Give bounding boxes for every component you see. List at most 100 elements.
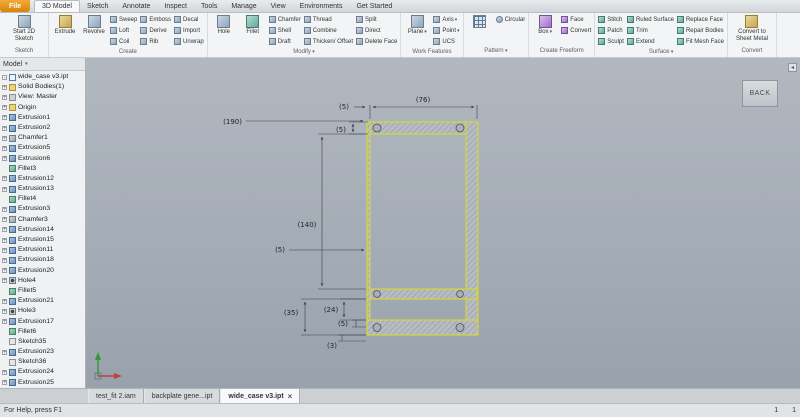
combine-button[interactable]: Combine [304, 25, 353, 36]
expander-icon[interactable]: + [2, 217, 7, 222]
rib-button[interactable]: Rib [140, 36, 171, 47]
dimension-5-wall[interactable]: (5) [336, 126, 346, 134]
expander-icon[interactable]: + [2, 227, 7, 232]
unwrap-button[interactable]: Unwrap [174, 36, 204, 47]
tree-item[interactable]: + Extrusion20 [0, 266, 85, 276]
doc-tab-wide-case[interactable]: wide_case v3.ipt [220, 389, 300, 403]
import-button[interactable]: Import [174, 25, 204, 36]
rectangular-pattern-button[interactable] [467, 14, 493, 30]
tree-item[interactable]: + Extrusion5 [0, 143, 85, 153]
expander-icon[interactable]: + [2, 126, 7, 131]
emboss-button[interactable]: Emboss [140, 14, 171, 25]
menu-tab[interactable]: View [264, 0, 293, 12]
close-tab-icon[interactable] [288, 392, 293, 401]
delete-face-button[interactable]: Delete Face [356, 36, 397, 47]
freeform-box-button[interactable]: Box▾ [532, 14, 558, 37]
decal-button[interactable]: Decal [174, 14, 204, 25]
expander-icon[interactable] [2, 289, 7, 294]
sweep-button[interactable]: Sweep [110, 14, 137, 25]
expander-icon[interactable]: + [2, 176, 7, 181]
panel-toggle-icon[interactable]: ◂ [788, 63, 797, 72]
tree-item[interactable]: + Extrusion21 [0, 296, 85, 306]
patch-button[interactable]: Patch [598, 25, 624, 36]
dimension-35[interactable]: (35) [284, 309, 299, 317]
expander-icon[interactable]: + [2, 370, 7, 375]
group-label[interactable]: Modify [211, 47, 398, 58]
coil-button[interactable]: Coil [110, 36, 137, 47]
draft-button[interactable]: Draft [269, 36, 301, 47]
stitch-button[interactable]: Stitch [598, 14, 624, 25]
menu-tab[interactable]: Annotate [115, 0, 157, 12]
expander-icon[interactable]: + [2, 319, 7, 324]
dimension-24[interactable]: (24) [324, 306, 339, 314]
dimension-5-bottom[interactable]: (5) [338, 320, 348, 328]
expander-icon[interactable] [2, 339, 7, 344]
expander-icon[interactable] [2, 329, 7, 334]
tree-item[interactable]: + Chamfer1 [0, 133, 85, 143]
extrude-button[interactable]: Extrude [52, 14, 78, 37]
tree-item[interactable]: - wide_case v3.ipt [0, 72, 85, 82]
dimension-5-left[interactable]: (5) [275, 246, 285, 254]
tree-item[interactable]: Fillet6 [0, 327, 85, 337]
tree-item[interactable]: + Chamfer3 [0, 215, 85, 225]
expander-icon[interactable]: + [2, 95, 7, 100]
dimension-76[interactable]: (76) [416, 96, 431, 104]
expander-icon[interactable]: + [2, 380, 7, 385]
start-2d-sketch-button[interactable]: Start 2D Sketch [3, 14, 45, 43]
axis-button[interactable]: Axis ▾ [433, 14, 459, 25]
tree-item[interactable]: + Extrusion3 [0, 204, 85, 214]
circular-pattern-button[interactable]: Circular [496, 14, 526, 25]
plane-button[interactable]: Plane▾ [404, 14, 430, 37]
menu-tab[interactable]: Inspect [157, 0, 194, 12]
tree-item[interactable]: + Extrusion13 [0, 184, 85, 194]
derive-button[interactable]: Derive [140, 25, 171, 36]
tree-item[interactable]: + Hole4 [0, 276, 85, 286]
part-section-geometry[interactable] [367, 122, 478, 335]
tree-item[interactable]: + Extrusion12 [0, 174, 85, 184]
expander-icon[interactable]: + [2, 207, 7, 212]
dimension-190[interactable]: (190) [223, 118, 242, 126]
tree-item[interactable]: + Extrusion23 [0, 347, 85, 357]
thread-button[interactable]: Thread [304, 14, 353, 25]
fit-mesh-face-button[interactable]: Fit Mesh Face [677, 36, 724, 47]
repair-bodies-button[interactable]: Repair Bodies [677, 25, 724, 36]
tree-item[interactable]: + Extrusion11 [0, 245, 85, 255]
menu-tab[interactable]: Manage [224, 0, 263, 12]
expander-icon[interactable]: + [2, 268, 7, 273]
menu-tab[interactable]: Get Started [349, 0, 399, 12]
tree-item[interactable]: Fillet4 [0, 194, 85, 204]
fillet-button[interactable]: Fillet [240, 14, 266, 37]
expander-icon[interactable]: + [2, 146, 7, 151]
thicken-offset-button[interactable]: Thicken/ Offset [304, 36, 353, 47]
expander-icon[interactable]: + [2, 238, 7, 243]
tree-item[interactable]: + Extrusion24 [0, 367, 85, 377]
tree-item[interactable]: + Extrusion17 [0, 317, 85, 327]
tree-item[interactable]: + Solid Bodies(1) [0, 82, 85, 92]
replace-face-button[interactable]: Replace Face [677, 14, 724, 25]
graphics-viewport[interactable]: (76) (5) (190) (5) (140) (5) (35) (24) (… [86, 58, 800, 388]
shell-button[interactable]: Shell [269, 25, 301, 36]
tree-item[interactable]: + Extrusion14 [0, 225, 85, 235]
tree-item[interactable]: Sketch35 [0, 337, 85, 347]
expander-icon[interactable]: + [2, 350, 7, 355]
expander-icon[interactable]: + [2, 85, 7, 90]
tree-item[interactable]: + Hole3 [0, 306, 85, 316]
point-button[interactable]: Point ▾ [433, 25, 459, 36]
expander-icon[interactable]: + [2, 115, 7, 120]
expander-icon[interactable]: + [2, 309, 7, 314]
expander-icon[interactable]: + [2, 278, 7, 283]
view-cube[interactable]: BACK [742, 80, 778, 107]
loft-button[interactable]: Loft [110, 25, 137, 36]
doc-tab-test-fit[interactable]: test_fit 2.iam [88, 389, 144, 403]
convert-to-sheet-metal-button[interactable]: Convert to Sheet Metal [731, 14, 773, 43]
tree-item[interactable]: + Extrusion15 [0, 235, 85, 245]
freeform-convert-button[interactable]: Convert [561, 25, 591, 36]
menu-tab[interactable]: Tools [194, 0, 224, 12]
expander-icon[interactable]: + [2, 187, 7, 192]
expander-icon[interactable]: + [2, 248, 7, 253]
sculpt-button[interactable]: Sculpt [598, 36, 624, 47]
dimension-3[interactable]: (3) [327, 342, 337, 350]
chamfer-button[interactable]: Chamfer [269, 14, 301, 25]
ucs-button[interactable]: UCS [433, 36, 459, 47]
split-button[interactable]: Split [356, 14, 397, 25]
